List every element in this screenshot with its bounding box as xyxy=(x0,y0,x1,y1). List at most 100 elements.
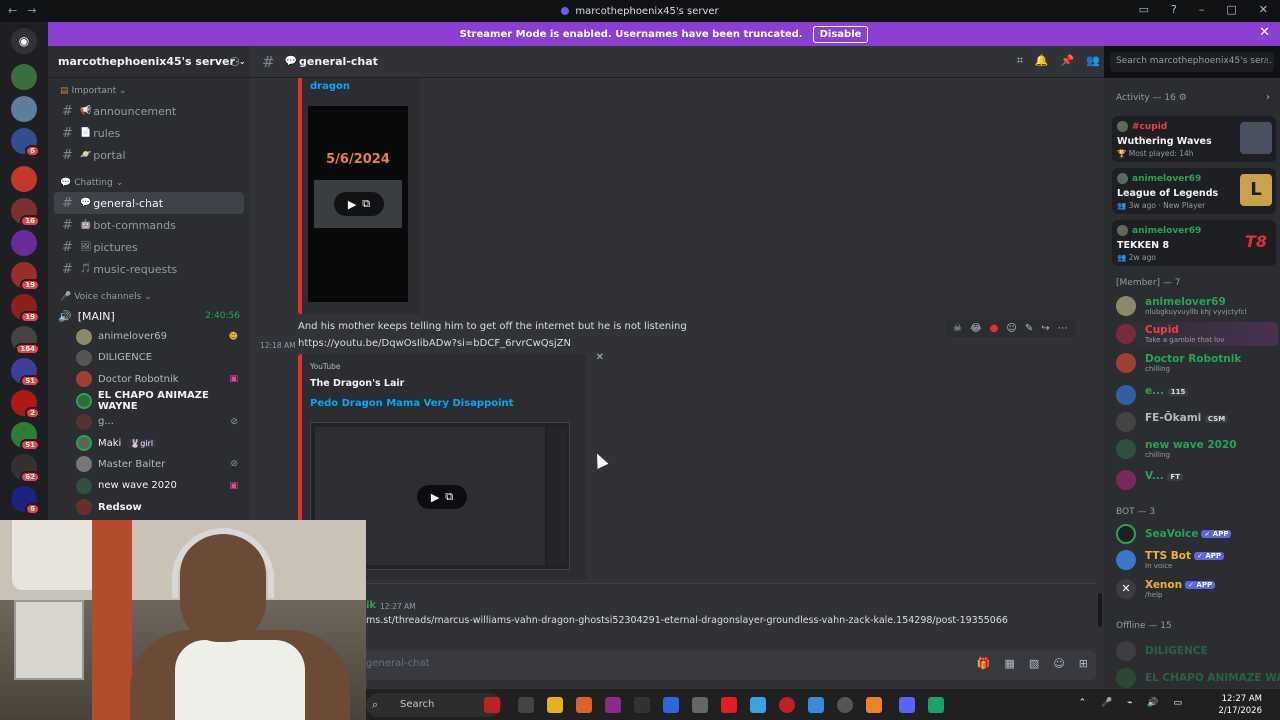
notification-bell-icon[interactable]: 🔔 xyxy=(1035,54,1049,68)
red-reaction-icon[interactable]: ● xyxy=(990,323,999,334)
vlc-icon[interactable] xyxy=(866,697,882,713)
member-item[interactable]: EL CHAPO ANIMAZE WA... xyxy=(1114,666,1280,690)
voice-channel-main[interactable]: 🔊 [MAIN] 2:40:56 xyxy=(48,306,250,326)
store-icon[interactable] xyxy=(576,697,592,713)
server-header[interactable]: marcothephoenix45's server ⌄ ⚇ xyxy=(48,46,250,78)
server-icon[interactable]: 51 xyxy=(11,358,40,387)
embed-title[interactable]: Pedo Dragon Mama Very Disappoint xyxy=(310,398,513,409)
file-explorer-icon[interactable] xyxy=(547,697,563,713)
member-item[interactable]: animelover69 nlubgkuyvuyllb khj vyvjctyf… xyxy=(1114,294,1278,318)
voice-user[interactable]: Redsow xyxy=(48,496,250,517)
app-icon[interactable] xyxy=(663,697,679,713)
category-chatting[interactable]: 💬 Chatting ⌄ xyxy=(48,174,250,192)
member-item[interactable]: TTS Bot ✓ APP In voice xyxy=(1114,548,1278,572)
member-item[interactable]: FE-Ōkami CSM xyxy=(1114,410,1278,434)
category-voice-channels[interactable]: 🎤 Voice channels ⌄ xyxy=(48,288,250,306)
channel-general-chat[interactable]: # 💬 general-chat xyxy=(54,192,244,214)
chevron-right-icon[interactable]: › xyxy=(1266,92,1270,103)
remove-embed-icon[interactable]: ✕ xyxy=(596,352,604,363)
channel-pictures[interactable]: # 🖼 pictures xyxy=(54,236,244,258)
system-tray-icons[interactable]: ⌃ 🎤 ⌁ 🔊 ▭ xyxy=(1079,698,1188,708)
server-icon[interactable]: 51 xyxy=(11,422,40,451)
member-item[interactable]: Doctor Robotnik chilling xyxy=(1114,351,1278,375)
server-icon[interactable] xyxy=(11,96,37,122)
disable-streamer-mode-button[interactable]: Disable xyxy=(812,25,869,43)
maximize-button[interactable]: □ xyxy=(1226,3,1236,16)
discord-home-icon[interactable]: ◉ xyxy=(11,28,37,54)
reply-icon[interactable]: ↪ xyxy=(1041,323,1049,334)
category-important[interactable]: ▤ Important ⌄ xyxy=(48,82,250,100)
message-author[interactable]: ik xyxy=(366,600,376,611)
app-icon[interactable] xyxy=(721,697,737,713)
member-item[interactable]: Cupid Take a gamble that lov xyxy=(1114,322,1278,346)
server-icon[interactable]: 6 xyxy=(11,486,40,515)
app-icon[interactable] xyxy=(605,697,621,713)
server-icon[interactable] xyxy=(11,230,37,256)
close-button[interactable]: ✕ xyxy=(1259,3,1268,16)
record-icon[interactable] xyxy=(779,697,795,713)
pin-icon[interactable]: 📌 xyxy=(1061,54,1075,68)
taskbar-clock[interactable]: 12:27 AM 2/17/2026 xyxy=(1218,693,1262,717)
app-icon[interactable] xyxy=(808,697,824,713)
emoji-icon[interactable]: ☺ xyxy=(1053,657,1064,670)
forum-link[interactable]: ms.st/threads/marcus-williams-vahn-drago… xyxy=(366,615,1008,626)
voice-user[interactable]: Doctor Robotnik ▣ xyxy=(48,369,250,390)
server-icon[interactable]: 2 xyxy=(11,390,40,419)
server-icon[interactable]: 164 xyxy=(11,326,40,355)
channel-bot-commands[interactable]: # 🤖 bot-commands xyxy=(54,214,244,236)
server-icon[interactable]: 16 xyxy=(11,198,40,227)
add-reaction-icon[interactable]: ☺ xyxy=(1006,323,1016,334)
gift-icon[interactable]: 🎁 xyxy=(977,657,991,670)
member-item[interactable]: DILIGENCE xyxy=(1114,639,1278,663)
sticker-icon[interactable]: ▧ xyxy=(1029,657,1039,670)
voice-user[interactable]: Master Baiter ⊘ xyxy=(48,454,250,475)
server-icon[interactable] xyxy=(11,64,37,90)
channel-rules[interactable]: # 📄 rules xyxy=(54,122,244,144)
nav-arrows-icon[interactable]: ←→ xyxy=(8,4,46,17)
play-button[interactable]: ▶ ⧉ xyxy=(334,192,384,216)
member-item[interactable]: V... FT xyxy=(1114,468,1278,492)
video-thumbnail[interactable]: 5/6/2024 ▶ ⧉ xyxy=(308,106,408,302)
laugh-reaction-icon[interactable]: 😂 xyxy=(970,323,982,334)
member-list-icon[interactable]: 👥 xyxy=(1086,54,1100,68)
edit-icon[interactable]: ✎ xyxy=(1025,323,1033,334)
voice-user[interactable]: animelover69 ☻ xyxy=(48,326,250,347)
server-icon[interactable] xyxy=(11,166,37,192)
member-item[interactable]: SeaVoice ✓ APP xyxy=(1114,522,1278,546)
voice-user[interactable]: DILIGENCE xyxy=(48,347,250,368)
voice-user[interactable]: g... ⊘ xyxy=(48,411,250,432)
app-icon[interactable] xyxy=(928,697,944,713)
app-icon[interactable] xyxy=(750,697,766,713)
threads-icon[interactable]: ⌗ xyxy=(1017,54,1023,68)
help-icon[interactable]: ? xyxy=(1171,3,1177,16)
channel-portal[interactable]: # 🪐 portal xyxy=(54,144,244,166)
taskbar-search[interactable]: ⌕ Search xyxy=(366,693,502,717)
taskview-icon[interactable] xyxy=(518,697,534,713)
skull-reaction-icon[interactable]: ☠ xyxy=(953,323,962,334)
banner-close-icon[interactable]: ✕ xyxy=(1259,25,1270,40)
member-item[interactable]: ✕ Xenon ✓ APP /help xyxy=(1114,577,1278,601)
play-button[interactable]: ▶ ⧉ xyxy=(417,485,467,509)
embed-author[interactable]: The Dragon's Lair xyxy=(310,378,404,389)
server-icon[interactable]: 19 xyxy=(11,294,40,323)
youtube-link[interactable]: https://youtu.be/DqwOsIibADw?si=bDCF_6rv… xyxy=(298,338,571,349)
minimize-button[interactable]: – xyxy=(1199,3,1205,16)
media-player-icon[interactable] xyxy=(837,697,853,713)
inbox-icon[interactable]: ▭ xyxy=(1139,3,1149,16)
member-item[interactable]: e... 115 xyxy=(1114,383,1278,407)
activity-header[interactable]: Activity — 16 ⚙ xyxy=(1116,93,1187,103)
voice-user[interactable]: EL CHAPO ANIMAZE WAYNE xyxy=(48,390,250,412)
activity-card[interactable]: animelover69 TEKKEN 8 👥 2w ago T8 xyxy=(1112,220,1276,266)
app-icon[interactable] xyxy=(692,697,708,713)
discord-taskbar-icon[interactable] xyxy=(899,697,915,713)
voice-user[interactable]: Maki 🐰girl xyxy=(48,432,250,453)
message-composer[interactable]: general-chat 🎁 ▦ ▧ ☺ ⊞ xyxy=(358,650,1096,680)
search-input[interactable]: Search marcothephoenix45's ser... ⌕ xyxy=(1110,52,1274,72)
channel-announcement[interactable]: # 📢 announcement xyxy=(54,100,244,122)
embed-title[interactable]: dragon xyxy=(310,81,350,92)
server-icon[interactable]: 62 xyxy=(11,454,40,483)
member-item[interactable]: new wave 2020 chilling xyxy=(1114,437,1278,461)
app-icon[interactable] xyxy=(634,697,650,713)
apps-icon[interactable]: ⊞ xyxy=(1079,657,1088,670)
scrollbar[interactable] xyxy=(1098,593,1102,627)
